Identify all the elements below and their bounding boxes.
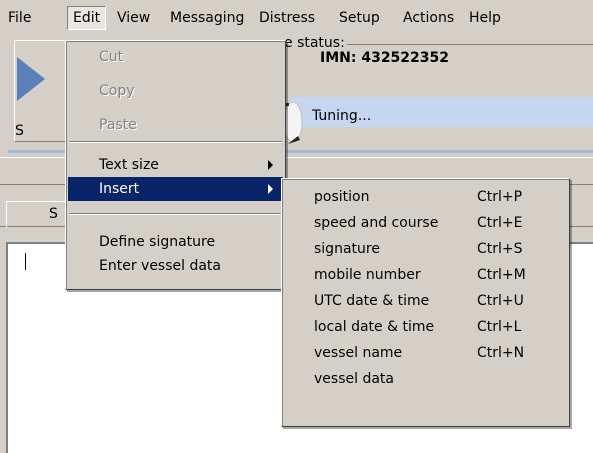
insert-item-label: vessel name	[314, 345, 403, 361]
menu-item-enter-vessel-data-label: Enter vessel data	[99, 258, 222, 274]
menu-separator	[69, 141, 282, 143]
insert-item-vessel-data[interactable]: vessel data	[284, 367, 567, 391]
insert-item-label: signature	[314, 241, 380, 257]
menu-item-copy[interactable]: Copy	[68, 79, 283, 103]
insert-item-label: local date & time	[314, 319, 435, 335]
insert-item-label: UTC date & time	[314, 293, 430, 309]
insert-item-signature[interactable]: signature Ctrl+S	[284, 237, 567, 261]
shortcut-label: Ctrl+U	[477, 293, 524, 309]
menu-item-enter-vessel-data[interactable]: Enter vessel data	[68, 254, 283, 278]
menu-item-text-size[interactable]: Text size	[68, 153, 283, 177]
shortcut-label: Ctrl+N	[477, 345, 525, 361]
insert-item-vessel-name[interactable]: vessel name Ctrl+N	[284, 341, 567, 365]
menu-item-define-signature-label: Define signature	[99, 234, 216, 250]
imn-number: IMN: 432522352	[320, 50, 450, 66]
insert-item-label: position	[314, 189, 370, 205]
menu-item-cut[interactable]: Cut	[68, 45, 283, 69]
menu-item-copy-label: Copy	[99, 83, 135, 99]
menu-item-insert[interactable]: Insert	[68, 177, 283, 201]
menu-setup[interactable]: Setup	[334, 7, 385, 29]
menu-help[interactable]: Help	[464, 7, 506, 29]
text-caret	[25, 253, 26, 270]
submenu-arrow-icon	[268, 184, 273, 194]
menu-item-text-size-label: Text size	[99, 157, 159, 173]
menu-edit[interactable]: Edit	[67, 6, 107, 30]
menu-separator	[69, 213, 282, 215]
insert-item-speed-and-course[interactable]: speed and course Ctrl+E	[284, 211, 567, 235]
shortcut-label: Ctrl+E	[477, 215, 523, 231]
insert-item-label: mobile number	[314, 267, 421, 283]
menu-item-paste-label: Paste	[99, 117, 137, 133]
shortcut-label: Ctrl+S	[477, 241, 523, 257]
tuning-status: Tuning...	[312, 108, 372, 124]
menu-actions[interactable]: Actions	[398, 7, 459, 29]
send-button-label: S	[15, 123, 24, 139]
insert-item-label: speed and course	[314, 215, 439, 231]
insert-item-mobile-number[interactable]: mobile number Ctrl+M	[284, 263, 567, 287]
menu-item-cut-label: Cut	[99, 49, 124, 65]
menu-file[interactable]: File	[3, 7, 36, 29]
menu-distress[interactable]: Distress	[254, 7, 320, 29]
insert-item-utc-date-time[interactable]: UTC date & time Ctrl+U	[284, 289, 567, 313]
send-arrow-icon	[17, 57, 45, 101]
menu-item-paste[interactable]: Paste	[68, 113, 283, 137]
menu-item-insert-label: Insert	[99, 181, 140, 197]
insert-item-label: vessel data	[314, 371, 394, 387]
menu-messaging[interactable]: Messaging	[165, 7, 249, 29]
insert-submenu: position Ctrl+P speed and course Ctrl+E …	[281, 178, 570, 427]
insert-item-local-date-time[interactable]: local date & time Ctrl+L	[284, 315, 567, 339]
menu-bar: File Edit View Messaging Distress Setup …	[0, 0, 593, 33]
shortcut-label: Ctrl+L	[477, 319, 522, 335]
edit-menu: Cut Copy Paste Text size Insert Define s…	[65, 40, 286, 290]
message-tab-label: S	[49, 206, 58, 222]
shortcut-label: Ctrl+P	[477, 189, 523, 205]
shortcut-label: Ctrl+M	[477, 267, 526, 283]
menu-view[interactable]: View	[112, 7, 155, 29]
submenu-arrow-icon	[268, 160, 273, 170]
status-group-title: e status:	[282, 35, 347, 51]
menu-item-define-signature[interactable]: Define signature	[68, 230, 283, 254]
insert-item-position[interactable]: position Ctrl+P	[284, 185, 567, 209]
